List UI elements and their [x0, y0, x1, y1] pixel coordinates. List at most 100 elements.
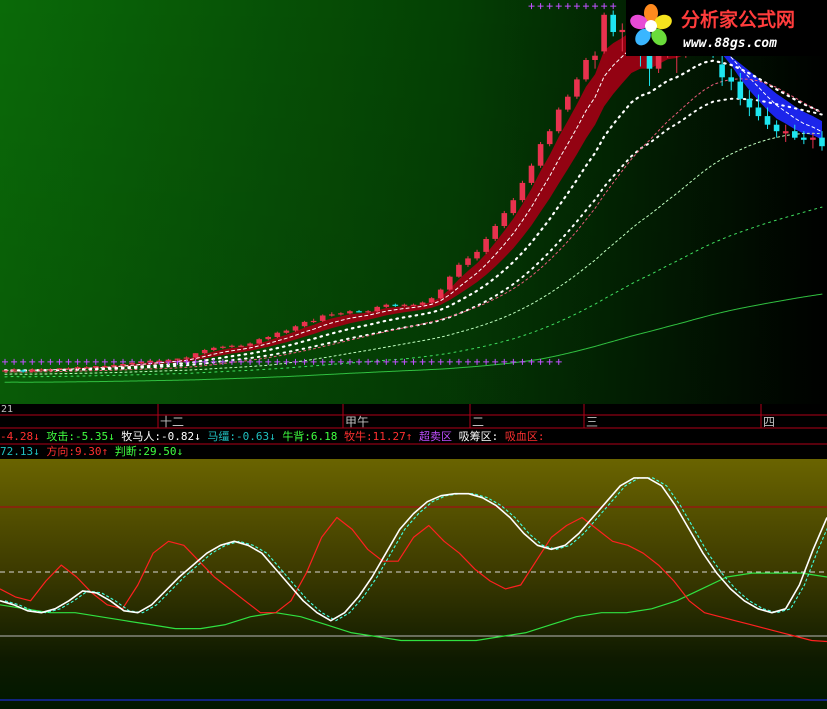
candle-body: [29, 369, 35, 372]
main-panel-shade: [0, 0, 827, 404]
candle-body: [147, 360, 153, 362]
candle-body: [165, 359, 172, 361]
candle-body: [292, 326, 299, 331]
time-tick-label: 二: [472, 415, 484, 429]
candle-body: [483, 239, 489, 252]
candle-body: [801, 137, 807, 140]
status-field: 判断:29.50↓: [115, 444, 183, 458]
candle-body: [83, 367, 90, 369]
status-field: 牧马人:-0.82↓: [121, 429, 207, 443]
candle-body: [374, 306, 380, 312]
time-tick-label: 四: [763, 415, 775, 429]
status-field: 攻击:-5.35↓: [46, 429, 121, 443]
candle-body: [265, 337, 271, 340]
candle-body: [546, 131, 553, 145]
status-field: 吸筹区:: [459, 429, 505, 443]
candle-body: [74, 367, 81, 369]
candle-body: [383, 304, 390, 307]
candle-body: [764, 116, 771, 125]
candle-body: [120, 364, 126, 366]
status-field: 超卖区: [419, 429, 459, 443]
candle-body: [537, 144, 544, 166]
candle-body: [65, 368, 72, 370]
candle-body: [93, 366, 99, 368]
candle-body: [356, 311, 362, 313]
candle-body: [447, 276, 453, 290]
candle-body: [737, 81, 744, 99]
candle-body: [528, 165, 535, 183]
candle-body: [392, 304, 399, 306]
candle-body: [174, 358, 181, 360]
candle-body: [238, 345, 244, 347]
candle-body: [465, 258, 471, 265]
status-field: -4.28↓: [0, 430, 46, 443]
candle-body: [565, 96, 571, 110]
candle-body: [329, 314, 335, 316]
candle-body: [410, 304, 417, 306]
candle-body: [746, 98, 753, 108]
candle-body: [201, 350, 208, 354]
candle-body: [583, 60, 589, 80]
candle-body: [256, 339, 262, 344]
candle-body: [610, 14, 616, 33]
candle-body: [728, 77, 734, 82]
candle-body: [211, 347, 217, 350]
status-field: 牛背:6.18: [282, 429, 344, 443]
candle-body: [220, 346, 226, 348]
candle-body: [574, 79, 580, 97]
candle-body: [365, 311, 371, 313]
candle-body: [601, 14, 607, 52]
candle-body: [301, 321, 308, 327]
candle-body: [819, 137, 825, 147]
candle-body: [2, 370, 8, 372]
candle-body: [347, 311, 353, 314]
candle-body: [156, 360, 163, 362]
candle-body: [619, 29, 626, 33]
candle-body: [810, 137, 816, 140]
oscillator-panel-bg: [0, 459, 827, 709]
candle-body: [247, 343, 253, 346]
left-axis-value: 21: [1, 404, 13, 415]
candle-body: [456, 264, 462, 277]
status-field: 吸血区:: [505, 429, 545, 443]
chart-stage: 分析家公式网 www.88gs.com 21 十二 甲午 二 三 四 -4.28↓ 攻击…: [0, 0, 827, 709]
candle-body: [38, 369, 45, 371]
time-tick-label: 三: [586, 415, 598, 429]
status-field: 牧牛:11.27↑: [344, 429, 419, 443]
candle-body: [510, 200, 517, 214]
time-tick-label: 十二: [160, 415, 184, 429]
candle-body: [111, 365, 117, 367]
candle-body: [310, 320, 317, 323]
time-axis-strip: [0, 404, 827, 428]
candle-body: [11, 369, 17, 371]
candle-body: [592, 55, 598, 60]
candle-body: [56, 368, 63, 370]
watermark-url: www.88gs.com: [683, 36, 777, 51]
status-field: 方向:9.30↑: [46, 444, 114, 458]
candle-body: [401, 304, 408, 306]
candle-body: [782, 131, 789, 134]
status-field: 72.13↓: [0, 445, 46, 458]
status-line-1: -4.28↓ 攻击:-5.35↓ 牧马人:-0.82↓ 马缰:-0.63↓ 牛背…: [0, 429, 545, 443]
candle-body: [338, 313, 344, 315]
watermark-name: 分析家公式网: [681, 8, 795, 31]
candle-body: [192, 353, 199, 358]
candle-body: [474, 251, 480, 259]
time-tick-label: 甲午: [345, 415, 369, 429]
candle-body: [183, 357, 190, 359]
candle-body: [229, 345, 235, 347]
candle-body: [428, 298, 435, 303]
candle-body: [501, 213, 508, 226]
candle-body: [274, 332, 281, 337]
status-field: 马缰:-0.63↓: [207, 429, 282, 443]
candle-body: [555, 109, 562, 132]
candle-body: [20, 370, 26, 372]
candle-body: [102, 366, 108, 368]
candle-body: [437, 289, 444, 299]
candle-body: [719, 64, 725, 78]
candle-body: [47, 369, 54, 371]
candle-body: [419, 302, 426, 305]
status-line-2: 72.13↓ 方向:9.30↑ 判断:29.50↓: [0, 444, 183, 458]
candle-body: [773, 124, 780, 132]
candle-body: [492, 226, 498, 239]
